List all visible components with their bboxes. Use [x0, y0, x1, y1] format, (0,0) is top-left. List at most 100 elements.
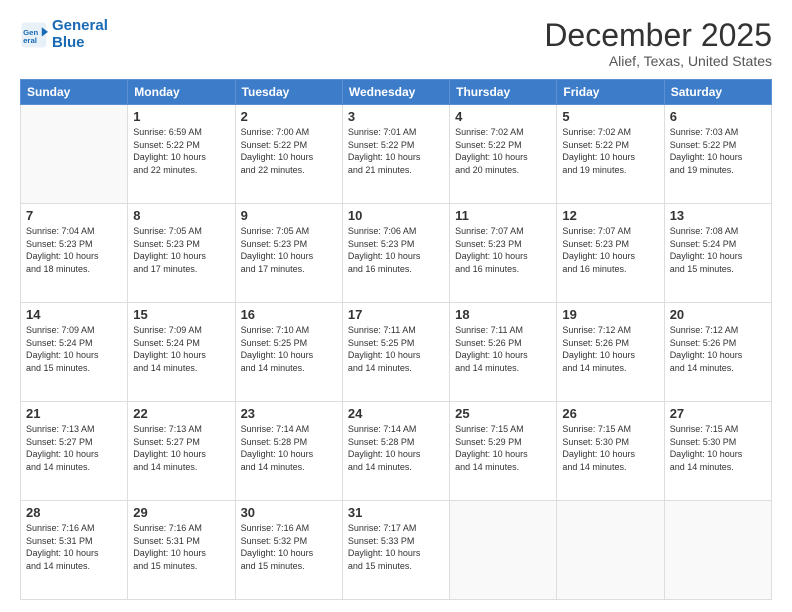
weekday-header-row: SundayMondayTuesdayWednesdayThursdayFrid…: [21, 80, 772, 105]
day-info: Sunrise: 7:11 AM Sunset: 5:26 PM Dayligh…: [455, 324, 551, 374]
weekday-header-sunday: Sunday: [21, 80, 128, 105]
calendar-cell: 26 Sunrise: 7:15 AM Sunset: 5:30 PM Dayli…: [557, 402, 664, 501]
calendar-cell: 11 Sunrise: 7:07 AM Sunset: 5:23 PM Dayli…: [450, 204, 557, 303]
day-number: 13: [670, 208, 766, 223]
calendar-cell: [450, 501, 557, 600]
day-number: 28: [26, 505, 122, 520]
week-row-4: 28 Sunrise: 7:16 AM Sunset: 5:31 PM Dayli…: [21, 501, 772, 600]
calendar-cell: [557, 501, 664, 600]
day-info: Sunrise: 7:05 AM Sunset: 5:23 PM Dayligh…: [241, 225, 337, 275]
calendar-cell: 7 Sunrise: 7:04 AM Sunset: 5:23 PM Daylig…: [21, 204, 128, 303]
day-number: 7: [26, 208, 122, 223]
day-info: Sunrise: 7:16 AM Sunset: 5:32 PM Dayligh…: [241, 522, 337, 572]
weekday-header-wednesday: Wednesday: [342, 80, 449, 105]
calendar-cell: 13 Sunrise: 7:08 AM Sunset: 5:24 PM Dayli…: [664, 204, 771, 303]
day-number: 2: [241, 109, 337, 124]
calendar-cell: 27 Sunrise: 7:15 AM Sunset: 5:30 PM Dayli…: [664, 402, 771, 501]
day-number: 4: [455, 109, 551, 124]
calendar-cell: 12 Sunrise: 7:07 AM Sunset: 5:23 PM Dayli…: [557, 204, 664, 303]
weekday-header-saturday: Saturday: [664, 80, 771, 105]
calendar-cell: 21 Sunrise: 7:13 AM Sunset: 5:27 PM Dayli…: [21, 402, 128, 501]
day-info: Sunrise: 7:16 AM Sunset: 5:31 PM Dayligh…: [133, 522, 229, 572]
day-info: Sunrise: 7:00 AM Sunset: 5:22 PM Dayligh…: [241, 126, 337, 176]
main-title: December 2025: [544, 18, 772, 53]
svg-text:eral: eral: [23, 35, 37, 44]
week-row-2: 14Sunrise: 7:09 AM Sunset: 5:24 PM Dayli…: [21, 303, 772, 402]
calendar-cell: 20Sunrise: 7:12 AM Sunset: 5:26 PM Dayli…: [664, 303, 771, 402]
day-number: 18: [455, 307, 551, 322]
week-row-1: 7 Sunrise: 7:04 AM Sunset: 5:23 PM Daylig…: [21, 204, 772, 303]
day-info: Sunrise: 7:15 AM Sunset: 5:30 PM Dayligh…: [562, 423, 658, 473]
calendar-cell: 31 Sunrise: 7:17 AM Sunset: 5:33 PM Dayli…: [342, 501, 449, 600]
logo-line2: Blue: [52, 34, 85, 51]
weekday-header-friday: Friday: [557, 80, 664, 105]
day-number: 12: [562, 208, 658, 223]
day-info: Sunrise: 7:06 AM Sunset: 5:23 PM Dayligh…: [348, 225, 444, 275]
page: Gen eral General Blue December 2025 Alie…: [0, 0, 792, 612]
calendar-cell: 14Sunrise: 7:09 AM Sunset: 5:24 PM Dayli…: [21, 303, 128, 402]
day-number: 8: [133, 208, 229, 223]
calendar-table: SundayMondayTuesdayWednesdayThursdayFrid…: [20, 79, 772, 600]
calendar-cell: 8Sunrise: 7:05 AM Sunset: 5:23 PM Daylig…: [128, 204, 235, 303]
day-number: 21: [26, 406, 122, 421]
day-info: Sunrise: 7:02 AM Sunset: 5:22 PM Dayligh…: [562, 126, 658, 176]
day-info: Sunrise: 7:07 AM Sunset: 5:23 PM Dayligh…: [455, 225, 551, 275]
day-number: 6: [670, 109, 766, 124]
day-info: Sunrise: 7:09 AM Sunset: 5:24 PM Dayligh…: [26, 324, 122, 374]
calendar-cell: [21, 105, 128, 204]
calendar-cell: 23 Sunrise: 7:14 AM Sunset: 5:28 PM Dayli…: [235, 402, 342, 501]
calendar-cell: 9Sunrise: 7:05 AM Sunset: 5:23 PM Daylig…: [235, 204, 342, 303]
day-info: Sunrise: 7:15 AM Sunset: 5:30 PM Dayligh…: [670, 423, 766, 473]
day-number: 30: [241, 505, 337, 520]
day-number: 20: [670, 307, 766, 322]
day-info: Sunrise: 7:11 AM Sunset: 5:25 PM Dayligh…: [348, 324, 444, 374]
day-info: Sunrise: 7:01 AM Sunset: 5:22 PM Dayligh…: [348, 126, 444, 176]
day-number: 5: [562, 109, 658, 124]
day-info: Sunrise: 7:16 AM Sunset: 5:31 PM Dayligh…: [26, 522, 122, 572]
day-number: 25: [455, 406, 551, 421]
calendar-cell: 5 Sunrise: 7:02 AM Sunset: 5:22 PM Daylig…: [557, 105, 664, 204]
calendar-cell: 2 Sunrise: 7:00 AM Sunset: 5:22 PM Daylig…: [235, 105, 342, 204]
day-number: 22: [133, 406, 229, 421]
calendar-cell: 25 Sunrise: 7:15 AM Sunset: 5:29 PM Dayli…: [450, 402, 557, 501]
weekday-header-tuesday: Tuesday: [235, 80, 342, 105]
day-info: Sunrise: 7:15 AM Sunset: 5:29 PM Dayligh…: [455, 423, 551, 473]
day-info: Sunrise: 7:14 AM Sunset: 5:28 PM Dayligh…: [348, 423, 444, 473]
logo-text: General Blue: [52, 18, 108, 51]
calendar-cell: 15Sunrise: 7:09 AM Sunset: 5:24 PM Dayli…: [128, 303, 235, 402]
day-number: 15: [133, 307, 229, 322]
header: Gen eral General Blue December 2025 Alie…: [20, 18, 772, 69]
weekday-header-thursday: Thursday: [450, 80, 557, 105]
day-info: Sunrise: 7:08 AM Sunset: 5:24 PM Dayligh…: [670, 225, 766, 275]
day-info: Sunrise: 7:13 AM Sunset: 5:27 PM Dayligh…: [133, 423, 229, 473]
subtitle: Alief, Texas, United States: [544, 53, 772, 69]
calendar-cell: 1Sunrise: 6:59 AM Sunset: 5:22 PM Daylig…: [128, 105, 235, 204]
week-row-3: 21 Sunrise: 7:13 AM Sunset: 5:27 PM Dayli…: [21, 402, 772, 501]
day-info: Sunrise: 6:59 AM Sunset: 5:22 PM Dayligh…: [133, 126, 229, 176]
day-number: 24: [348, 406, 444, 421]
day-info: Sunrise: 7:14 AM Sunset: 5:28 PM Dayligh…: [241, 423, 337, 473]
day-number: 3: [348, 109, 444, 124]
calendar-cell: 4Sunrise: 7:02 AM Sunset: 5:22 PM Daylig…: [450, 105, 557, 204]
calendar-cell: 30 Sunrise: 7:16 AM Sunset: 5:32 PM Dayli…: [235, 501, 342, 600]
day-info: Sunrise: 7:03 AM Sunset: 5:22 PM Dayligh…: [670, 126, 766, 176]
day-info: Sunrise: 7:04 AM Sunset: 5:23 PM Dayligh…: [26, 225, 122, 275]
week-row-0: 1Sunrise: 6:59 AM Sunset: 5:22 PM Daylig…: [21, 105, 772, 204]
calendar-cell: 18 Sunrise: 7:11 AM Sunset: 5:26 PM Dayli…: [450, 303, 557, 402]
calendar-cell: 17Sunrise: 7:11 AM Sunset: 5:25 PM Dayli…: [342, 303, 449, 402]
day-info: Sunrise: 7:12 AM Sunset: 5:26 PM Dayligh…: [562, 324, 658, 374]
day-number: 26: [562, 406, 658, 421]
day-number: 11: [455, 208, 551, 223]
day-number: 29: [133, 505, 229, 520]
calendar-cell: 22 Sunrise: 7:13 AM Sunset: 5:27 PM Dayli…: [128, 402, 235, 501]
day-info: Sunrise: 7:07 AM Sunset: 5:23 PM Dayligh…: [562, 225, 658, 275]
calendar-cell: [664, 501, 771, 600]
day-number: 31: [348, 505, 444, 520]
day-info: Sunrise: 7:13 AM Sunset: 5:27 PM Dayligh…: [26, 423, 122, 473]
weekday-header-monday: Monday: [128, 80, 235, 105]
day-number: 23: [241, 406, 337, 421]
day-info: Sunrise: 7:17 AM Sunset: 5:33 PM Dayligh…: [348, 522, 444, 572]
calendar-cell: 28 Sunrise: 7:16 AM Sunset: 5:31 PM Dayli…: [21, 501, 128, 600]
calendar-cell: 10Sunrise: 7:06 AM Sunset: 5:23 PM Dayli…: [342, 204, 449, 303]
day-number: 27: [670, 406, 766, 421]
